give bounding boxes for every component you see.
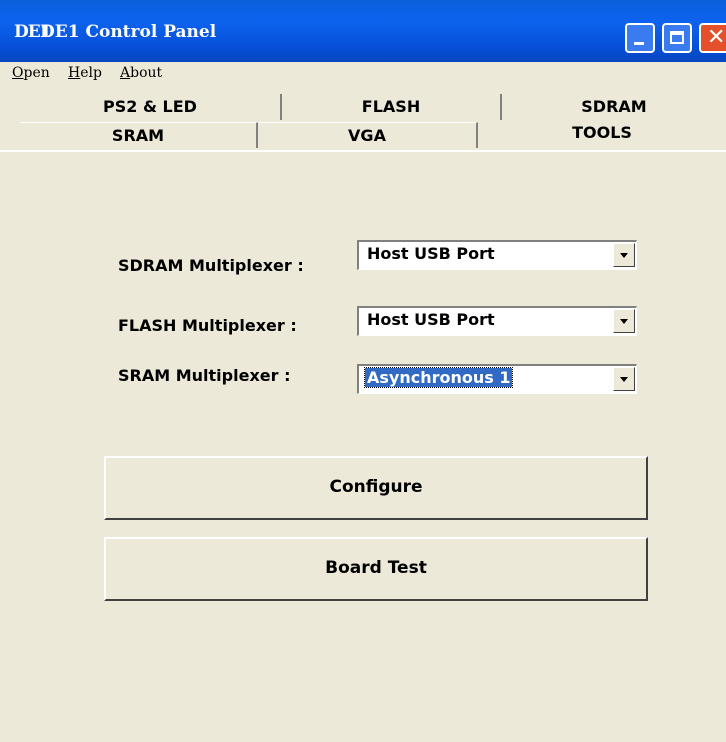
sdram-mux-select[interactable]: Host USB Port <box>357 240 637 270</box>
tools-panel: SDRAM Multiplexer : Host USB Port FLASH … <box>0 150 726 742</box>
window-title: DE1 Control Panel <box>40 22 217 42</box>
sdram-mux-value: Host USB Port <box>367 244 495 263</box>
close-button[interactable]: ✕ <box>699 23 726 53</box>
tab-sram[interactable]: SRAM <box>20 122 258 148</box>
chevron-down-icon <box>620 319 628 324</box>
tab-tools[interactable]: TOOLS <box>478 120 726 146</box>
minimize-button[interactable] <box>625 23 655 53</box>
close-icon: ✕ <box>707 25 726 50</box>
sram-mux-label: SRAM Multiplexer : <box>118 366 291 385</box>
sdram-mux-label: SDRAM Multiplexer : <box>118 256 304 275</box>
sram-dropdown-button[interactable] <box>613 367 635 391</box>
configure-button[interactable]: Configure <box>104 456 648 520</box>
flash-mux-value: Host USB Port <box>367 310 495 329</box>
title-bar[interactable]: DE1 DE1 Control Panel ✕ <box>0 0 726 62</box>
menu-help[interactable]: Help <box>68 65 102 81</box>
tab-flash[interactable]: FLASH <box>282 94 502 120</box>
menu-bar: Open Help About <box>0 62 726 87</box>
flash-mux-select[interactable]: Host USB Port <box>357 306 637 336</box>
minimize-icon <box>634 42 644 45</box>
chevron-down-icon <box>620 253 628 258</box>
sdram-dropdown-button[interactable] <box>613 243 635 267</box>
flash-mux-label: FLASH Multiplexer : <box>118 316 297 335</box>
tab-strip: PS2 & LED FLASH SDRAM SRAM VGA TOOLS <box>0 90 726 150</box>
chevron-down-icon <box>620 377 628 382</box>
maximize-button[interactable] <box>662 23 692 53</box>
maximize-icon <box>670 31 684 44</box>
flash-dropdown-button[interactable] <box>613 309 635 333</box>
sram-mux-select[interactable]: Asynchronous 1 <box>357 364 637 394</box>
sram-mux-value: Asynchronous 1 <box>363 367 514 388</box>
menu-open[interactable]: Open <box>12 65 50 81</box>
menu-about[interactable]: About <box>120 65 162 81</box>
tab-vga[interactable]: VGA <box>258 122 478 148</box>
tab-sdram[interactable]: SDRAM <box>502 94 726 120</box>
tab-ps2-led[interactable]: PS2 & LED <box>20 94 282 120</box>
board-test-button[interactable]: Board Test <box>104 537 648 601</box>
control-panel-window: DE1 DE1 Control Panel ✕ Open Help About … <box>0 0 726 742</box>
